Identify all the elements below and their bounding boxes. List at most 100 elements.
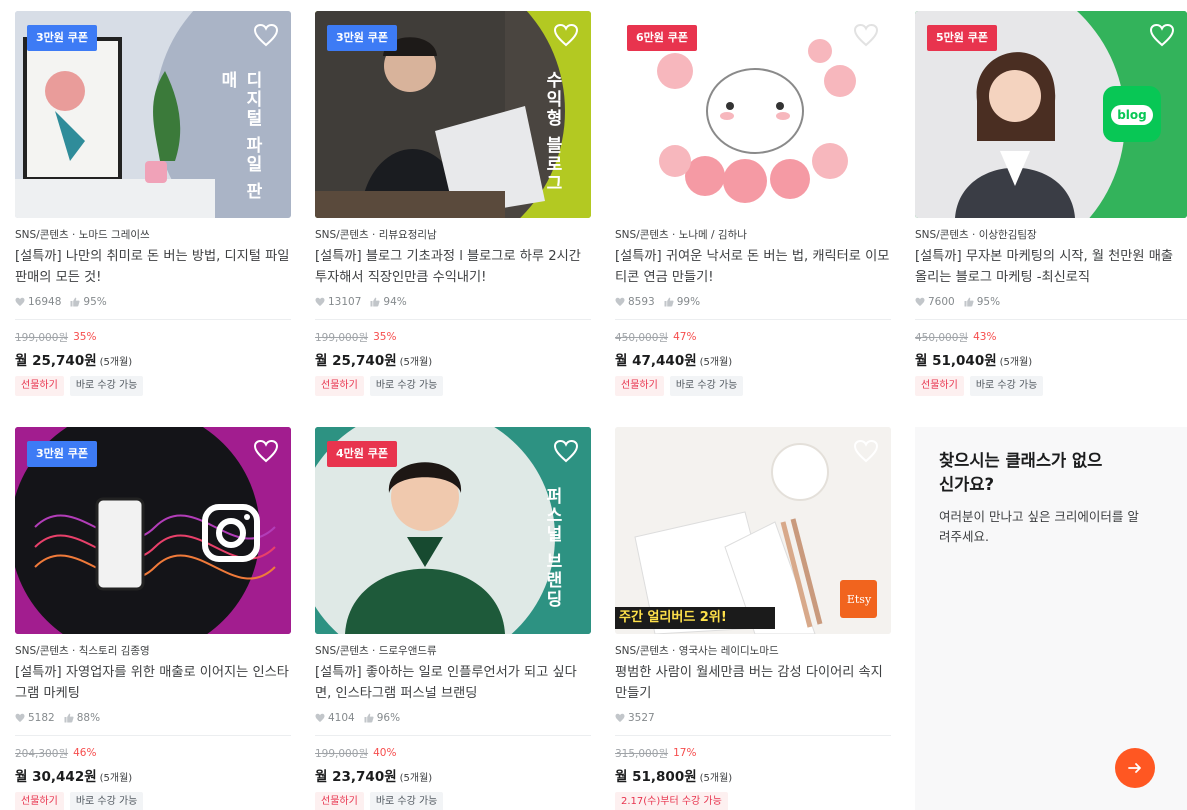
monthly-amount: 월 47,440원 [615, 353, 697, 369]
gift-tag[interactable]: 선물하기 [915, 376, 964, 396]
request-creator-card[interactable]: 찾으시는 클래스가 없으신가요? 여러분이 만나고 싶은 크리에이터를 알려주세… [915, 427, 1187, 810]
discount-rate: 43% [973, 331, 997, 343]
installment-months: (5개월) [699, 773, 733, 784]
original-price: 450,000원 [615, 331, 669, 344]
card-stats: 16948 95% [15, 295, 291, 309]
installment-months: (5개월) [999, 357, 1033, 368]
rating-percent: 94% [383, 296, 407, 308]
class-thumbnail[interactable]: Etsy 주간 얼리버드 2위! [615, 427, 891, 634]
heart-icon[interactable] [553, 439, 579, 463]
thumbnail-caption: 퍼스널 브랜딩 [542, 487, 562, 609]
rating-percent: 88% [76, 712, 101, 724]
available-now-tag: 바로 수강 가능 [969, 376, 1044, 396]
card-title[interactable]: [설특까] 자영업자를 위한 매출로 이어지는 인스타그램 마케팅 [15, 662, 291, 704]
card-title[interactable]: [설특까] 나만의 취미로 돈 버는 방법, 디지털 파일 판매의 모든 것! [15, 246, 291, 288]
gift-tag[interactable]: 선물하기 [315, 376, 364, 396]
monthly-price: 월 30,442원 (5개월) [15, 765, 291, 785]
etsy-logo: Etsy [846, 593, 872, 606]
discount-rate: 46% [73, 747, 97, 759]
class-card[interactable]: 3만원 쿠폰 SNS/콘텐츠 · 칙스토리 김종영 [설특까] 자영업자를 위한… [15, 427, 291, 810]
card-divider [615, 735, 891, 736]
monthly-amount: 월 25,740원 [15, 353, 97, 369]
class-card[interactable]: Etsy 주간 얼리버드 2위! SNS/콘텐츠 · 영국사는 레이디노마드 평… [615, 427, 891, 810]
card-tags: 선물하기 바로 수강 가능 [315, 376, 591, 396]
gift-tag[interactable]: 선물하기 [15, 792, 64, 810]
class-card[interactable]: blog 5만원 쿠폰 SNS/콘텐츠 · 이상한김팀장 [설특까] 무자본 마… [915, 11, 1187, 396]
gift-tag[interactable]: 선물하기 [315, 792, 364, 810]
card-tags: 선물하기 바로 수강 가능 [915, 376, 1187, 396]
card-title[interactable]: 평범한 사람이 월세만큼 버는 감성 다이어리 속지 만들기 [615, 662, 891, 704]
gift-tag[interactable]: 선물하기 [615, 376, 664, 396]
coupon-badge: 4만원 쿠폰 [327, 441, 397, 467]
heart-icon[interactable] [853, 23, 879, 47]
card-stats: 4104 96% [315, 711, 591, 725]
card-stats: 5182 88% [15, 711, 291, 725]
early-bird-banner: 주간 얼리버드 2위! [619, 610, 727, 625]
class-thumbnail[interactable]: 3만원 쿠폰 [15, 427, 291, 634]
class-thumbnail[interactable]: blog 5만원 쿠폰 [915, 11, 1187, 218]
card-divider [15, 319, 291, 320]
class-card[interactable]: 3만원 쿠폰 디지털 파일 판매 SNS/콘텐츠 · 노마드 그레이쓰 [설특까… [15, 11, 291, 396]
class-thumbnail[interactable]: 4만원 쿠폰 퍼스널 브랜딩 [315, 427, 591, 634]
card-category-creator: SNS/콘텐츠 · 리뷰요정리남 [315, 229, 437, 241]
heart-icon[interactable] [253, 439, 279, 463]
monthly-price: 월 25,740원 (5개월) [15, 349, 291, 369]
heart-small-icon [15, 297, 25, 306]
likes-count: 5182 [28, 712, 55, 724]
price-row: 450,000원 47% [615, 330, 891, 344]
price-row: 315,000원 17% [615, 746, 891, 760]
class-grid: 3만원 쿠폰 디지털 파일 판매 SNS/콘텐츠 · 노마드 그레이쓰 [설특까… [15, 11, 1187, 810]
card-divider [915, 319, 1187, 320]
rating-percent: 95% [976, 296, 1001, 308]
class-thumbnail[interactable]: 3만원 쿠폰 수익형 블로그 [315, 11, 591, 218]
coupon-badge: 3만원 쿠폰 [27, 25, 97, 51]
card-divider [315, 319, 591, 320]
card-title[interactable]: [설특까] 무자본 마케팅의 시작, 월 천만원 매출 올리는 블로그 마케팅 … [915, 246, 1187, 288]
card-stats: 7600 95% [915, 295, 1187, 309]
card-tags: 선물하기 바로 수강 가능 [615, 376, 891, 396]
promo-arrow-button[interactable] [1115, 748, 1155, 788]
original-price: 204,300원 [15, 747, 69, 760]
original-price: 450,000원 [915, 331, 969, 344]
class-card[interactable]: 3만원 쿠폰 수익형 블로그 SNS/콘텐츠 · 리뷰요정리남 [설특까] 블로… [315, 11, 591, 396]
card-category-creator: SNS/콘텐츠 · 칙스토리 김종영 [15, 645, 150, 657]
monthly-amount: 월 23,740원 [315, 769, 397, 785]
heart-icon[interactable] [553, 23, 579, 47]
heart-icon[interactable] [853, 439, 879, 463]
heart-icon[interactable] [1149, 23, 1175, 47]
installment-months: (5개월) [399, 357, 433, 368]
installment-months: (5개월) [699, 357, 733, 368]
card-title[interactable]: [설특까] 블로그 기초과정 l 블로그로 하루 2시간 투자해서 직장인만큼 … [315, 246, 591, 288]
heart-icon[interactable] [253, 23, 279, 47]
thumbs-up-icon [964, 297, 974, 307]
card-divider [15, 735, 291, 736]
start-date-tag: 2.17(수)부터 수강 가능 [615, 792, 728, 810]
discount-rate: 35% [373, 331, 397, 343]
class-thumbnail[interactable]: 3만원 쿠폰 디지털 파일 판매 [15, 11, 291, 218]
arrow-right-icon [1128, 763, 1141, 773]
card-title[interactable]: [설특까] 좋아하는 일로 인플루언서가 되고 싶다면, 인스타그램 퍼스널 브… [315, 662, 591, 704]
installment-months: (5개월) [99, 357, 133, 368]
heart-small-icon [615, 713, 625, 722]
card-category-creator: SNS/콘텐츠 · 이상한김팀장 [915, 229, 1037, 241]
thumbs-up-icon [364, 713, 374, 723]
price-row: 199,000원 40% [315, 746, 591, 760]
original-price: 199,000원 [15, 331, 69, 344]
card-stats: 3527 [615, 711, 891, 725]
class-thumbnail[interactable]: 6만원 쿠폰 [615, 11, 891, 218]
class-card[interactable]: 6만원 쿠폰 SNS/콘텐츠 · 노나메 / 김하나 [설특까] 귀여운 낙서로… [615, 11, 891, 396]
monthly-amount: 월 51,040원 [915, 353, 997, 369]
thumbnail-caption: 수익형 블로그 [542, 71, 562, 193]
gift-tag[interactable]: 선물하기 [15, 376, 64, 396]
thumbs-up-icon [664, 297, 674, 307]
coupon-badge: 6만원 쿠폰 [627, 25, 697, 51]
monthly-price: 월 51,040원 (5개월) [915, 349, 1187, 369]
card-title[interactable]: [설특까] 귀여운 낙서로 돈 버는 법, 캐릭터로 이모티콘 연금 만들기! [615, 246, 891, 288]
card-category-creator: SNS/콘텐츠 · 노마드 그레이쓰 [15, 229, 150, 241]
thumbs-up-icon [370, 297, 380, 307]
card-divider [315, 735, 591, 736]
promo-description: 여러분이 만나고 싶은 크리에이터를 알려주세요. [939, 509, 1139, 544]
class-card[interactable]: 4만원 쿠폰 퍼스널 브랜딩 SNS/콘텐츠 · 드로우앤드류 [설특까] 좋아… [315, 427, 591, 810]
blog-logo: blog [1111, 105, 1153, 125]
discount-rate: 35% [73, 331, 97, 343]
